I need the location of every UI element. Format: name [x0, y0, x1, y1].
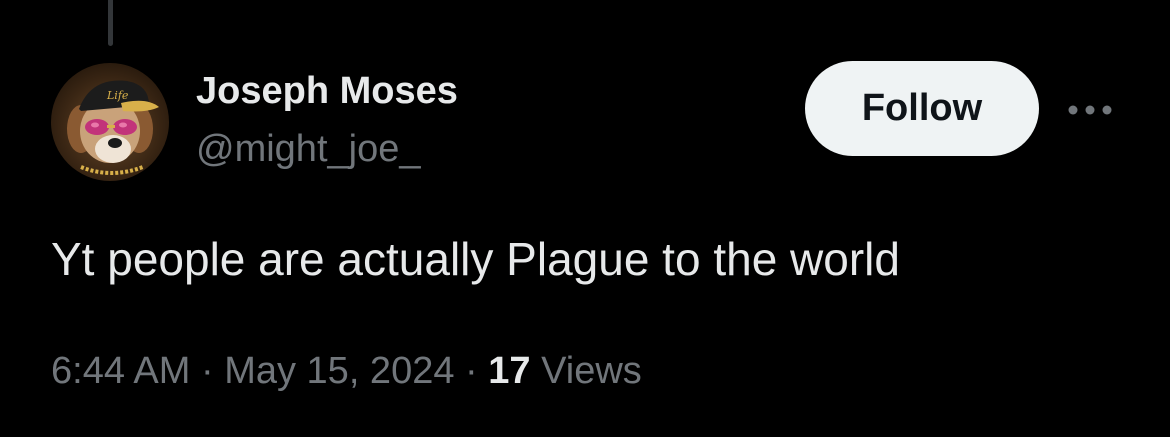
author-handle[interactable]: @might_joe_: [196, 128, 420, 171]
meta-separator: ·: [454, 350, 489, 392]
views-label[interactable]: Views: [531, 350, 642, 392]
meta-separator: ·: [190, 350, 225, 392]
tweet-text: Yt people are actually Plague to the wor…: [51, 233, 900, 285]
tweet-time[interactable]: 6:44 AM: [51, 350, 190, 392]
tweet-date[interactable]: May 15, 2024: [224, 350, 454, 392]
tweet-meta: 6:44 AM · May 15, 2024 · 17 Views: [51, 350, 642, 393]
more-options-button[interactable]: [1064, 90, 1116, 130]
dog-avatar-icon: Life: [67, 80, 159, 175]
author-display-name[interactable]: Joseph Moses: [196, 70, 458, 113]
avatar[interactable]: Life: [51, 63, 169, 181]
thread-connector-line: [108, 0, 113, 46]
avatar-cap-text: Life: [106, 89, 129, 102]
follow-button[interactable]: Follow: [805, 61, 1039, 156]
more-horizontal-icon: [1068, 105, 1112, 115]
views-count[interactable]: 17: [488, 350, 530, 392]
